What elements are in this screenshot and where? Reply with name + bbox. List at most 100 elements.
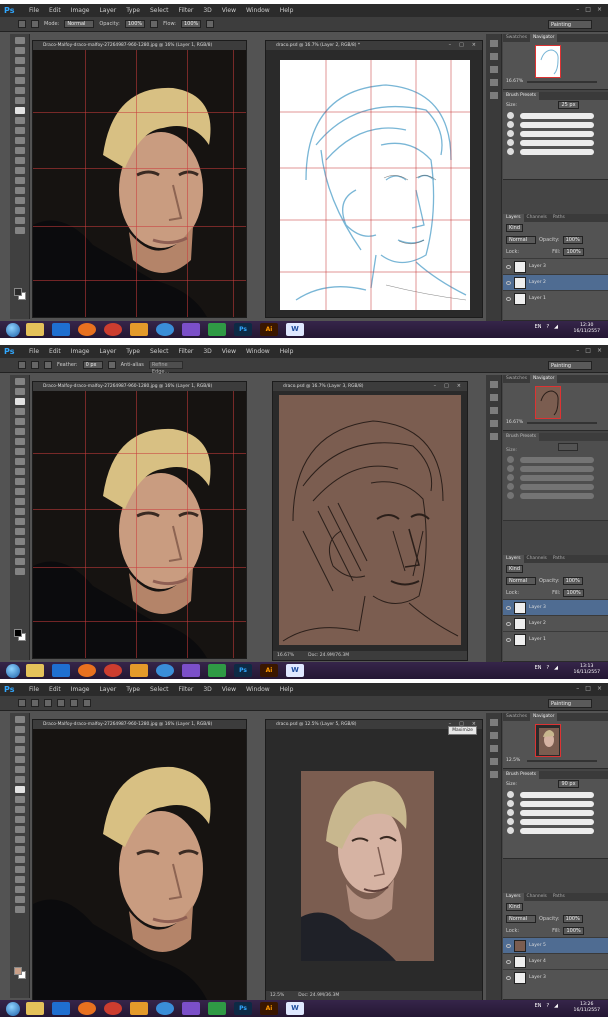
reference-document-tab[interactable]: Draco-Malfoy-draco-malfoy-27264987-960-1… [33, 720, 246, 729]
menu-window[interactable]: Window [241, 348, 275, 355]
visibility-eye-icon[interactable] [506, 296, 511, 301]
close-button[interactable]: × [597, 6, 602, 13]
app-taskbar-icon[interactable] [156, 1002, 174, 1015]
menu-file[interactable]: File [24, 348, 44, 355]
pen-tool-icon[interactable] [14, 518, 25, 525]
tab-navigator[interactable]: Navigator [529, 34, 558, 42]
layer-row[interactable]: Layer 3 [503, 258, 608, 274]
menu-view[interactable]: View [217, 7, 241, 14]
layer-row[interactable]: Layer 3 [503, 969, 608, 985]
blend-mode-select[interactable]: Normal [506, 577, 536, 585]
layer-opacity-field[interactable]: 100% [562, 915, 583, 923]
brush-preset[interactable] [507, 826, 608, 835]
menu-3d[interactable]: 3D [198, 7, 216, 14]
illustrator-taskbar-icon[interactable]: Ai [260, 1002, 278, 1015]
photoshop-taskbar-icon[interactable]: Ps [234, 1002, 252, 1015]
brush-tool-icon[interactable] [14, 786, 25, 793]
history-icon[interactable] [489, 381, 498, 388]
volume-icon[interactable]: ◢ [554, 1003, 558, 1009]
path-select-tool-icon[interactable] [14, 876, 25, 883]
visibility-eye-icon[interactable] [506, 264, 511, 269]
crop-tool-icon[interactable] [14, 77, 25, 84]
tab-brush-presets[interactable]: Brush Presets [503, 433, 540, 441]
blur-tool-icon[interactable] [14, 157, 25, 164]
healing-tool-icon[interactable] [14, 438, 25, 445]
help-icon[interactable]: ? [546, 324, 549, 330]
fill-field[interactable]: 100% [563, 927, 584, 935]
lasso-tool-icon[interactable] [14, 398, 25, 405]
history-brush-tool-icon[interactable] [14, 468, 25, 475]
brush-preset-picker[interactable] [18, 20, 26, 28]
clock[interactable]: 12:30 16/11/2557 [574, 323, 600, 335]
workspace-select[interactable]: Painting [548, 20, 592, 29]
flow-field[interactable]: 100% [181, 20, 202, 28]
crop-tool-icon[interactable] [14, 756, 25, 763]
layer-filter-kind[interactable]: Kind [506, 565, 524, 573]
help-icon[interactable]: ? [546, 1003, 549, 1009]
brush-tool-icon[interactable] [14, 448, 25, 455]
ie-taskbar-icon[interactable] [52, 323, 70, 336]
blend-mode-select[interactable]: Normal [506, 236, 536, 244]
close-button[interactable]: × [597, 685, 602, 692]
language-indicator[interactable]: EN [535, 1003, 542, 1009]
doc-minimize-button[interactable]: – [449, 42, 452, 48]
navigator-zoom-value[interactable]: 16.67% [506, 79, 523, 84]
brush-preset[interactable] [507, 120, 608, 129]
quick-select-tool-icon[interactable] [14, 746, 25, 753]
chrome-taskbar-icon[interactable] [104, 323, 122, 336]
menu-help[interactable]: Help [275, 348, 299, 355]
foreground-color-swatch[interactable] [14, 288, 22, 296]
visual-studio-taskbar-icon[interactable] [182, 323, 200, 336]
menu-window[interactable]: Window [241, 686, 275, 693]
app-taskbar-icon[interactable] [156, 323, 174, 336]
media-player-taskbar-icon[interactable] [130, 1002, 148, 1015]
firefox-taskbar-icon[interactable] [78, 323, 96, 336]
navigator-preview[interactable] [535, 724, 561, 757]
menu-image[interactable]: Image [66, 7, 95, 14]
tab-channels[interactable]: Channels [524, 893, 550, 901]
brush-preset[interactable] [507, 129, 608, 138]
ie-taskbar-icon[interactable] [52, 1002, 70, 1015]
brush-preset[interactable] [507, 473, 608, 482]
menu-layer[interactable]: Layer [94, 7, 121, 14]
visual-studio-taskbar-icon[interactable] [182, 1002, 200, 1015]
dodge-tool-icon[interactable] [14, 167, 25, 174]
volume-icon[interactable]: ◢ [554, 665, 558, 671]
menu-file[interactable]: File [24, 7, 44, 14]
menu-file[interactable]: File [24, 686, 44, 693]
move-tool-icon[interactable] [14, 716, 25, 723]
zoom-level[interactable]: 12.5% [270, 991, 284, 1000]
shape-tool-icon[interactable] [14, 886, 25, 893]
zoom-level[interactable]: 16.67% [277, 651, 294, 660]
layer-filter-kind[interactable]: Kind [506, 224, 524, 232]
menu-edit[interactable]: Edit [44, 7, 66, 14]
media-player-taskbar-icon[interactable] [130, 323, 148, 336]
layer-row[interactable]: Layer 2 [503, 615, 608, 631]
firefox-taskbar-icon[interactable] [78, 664, 96, 677]
start-button[interactable] [6, 1001, 20, 1016]
blur-tool-icon[interactable] [14, 836, 25, 843]
brush-preset-picker[interactable] [18, 699, 26, 707]
navigator-zoom-slider[interactable] [527, 422, 597, 424]
minimize-button[interactable]: – [576, 347, 579, 354]
reference-document-tab[interactable]: Draco-Malfoy-draco-malfoy-27264987-960-1… [33, 41, 246, 50]
brush-preset[interactable] [507, 455, 608, 464]
menu-edit[interactable]: Edit [44, 348, 66, 355]
menu-help[interactable]: Help [275, 686, 299, 693]
history-brush-tool-icon[interactable] [14, 127, 25, 134]
layer-row-selected[interactable]: Layer 3 [503, 599, 608, 615]
refine-edge-button[interactable]: Refine Edge... [148, 361, 183, 375]
visibility-eye-icon[interactable] [506, 280, 511, 285]
restore-button[interactable]: □ [585, 347, 591, 354]
explorer-taskbar-icon[interactable] [26, 664, 44, 677]
navigator-zoom-value[interactable]: 12.5% [506, 758, 520, 763]
clock[interactable]: 13:13 16/11/2557 [574, 664, 600, 676]
menu-view[interactable]: View [217, 686, 241, 693]
language-indicator[interactable]: EN [535, 324, 542, 330]
visibility-eye-icon[interactable] [506, 959, 511, 964]
menu-3d[interactable]: 3D [198, 348, 216, 355]
type-tool-icon[interactable] [14, 528, 25, 535]
word-taskbar-icon[interactable]: W [286, 664, 304, 677]
brush-icon[interactable] [489, 732, 498, 739]
tool-option[interactable] [44, 699, 52, 707]
